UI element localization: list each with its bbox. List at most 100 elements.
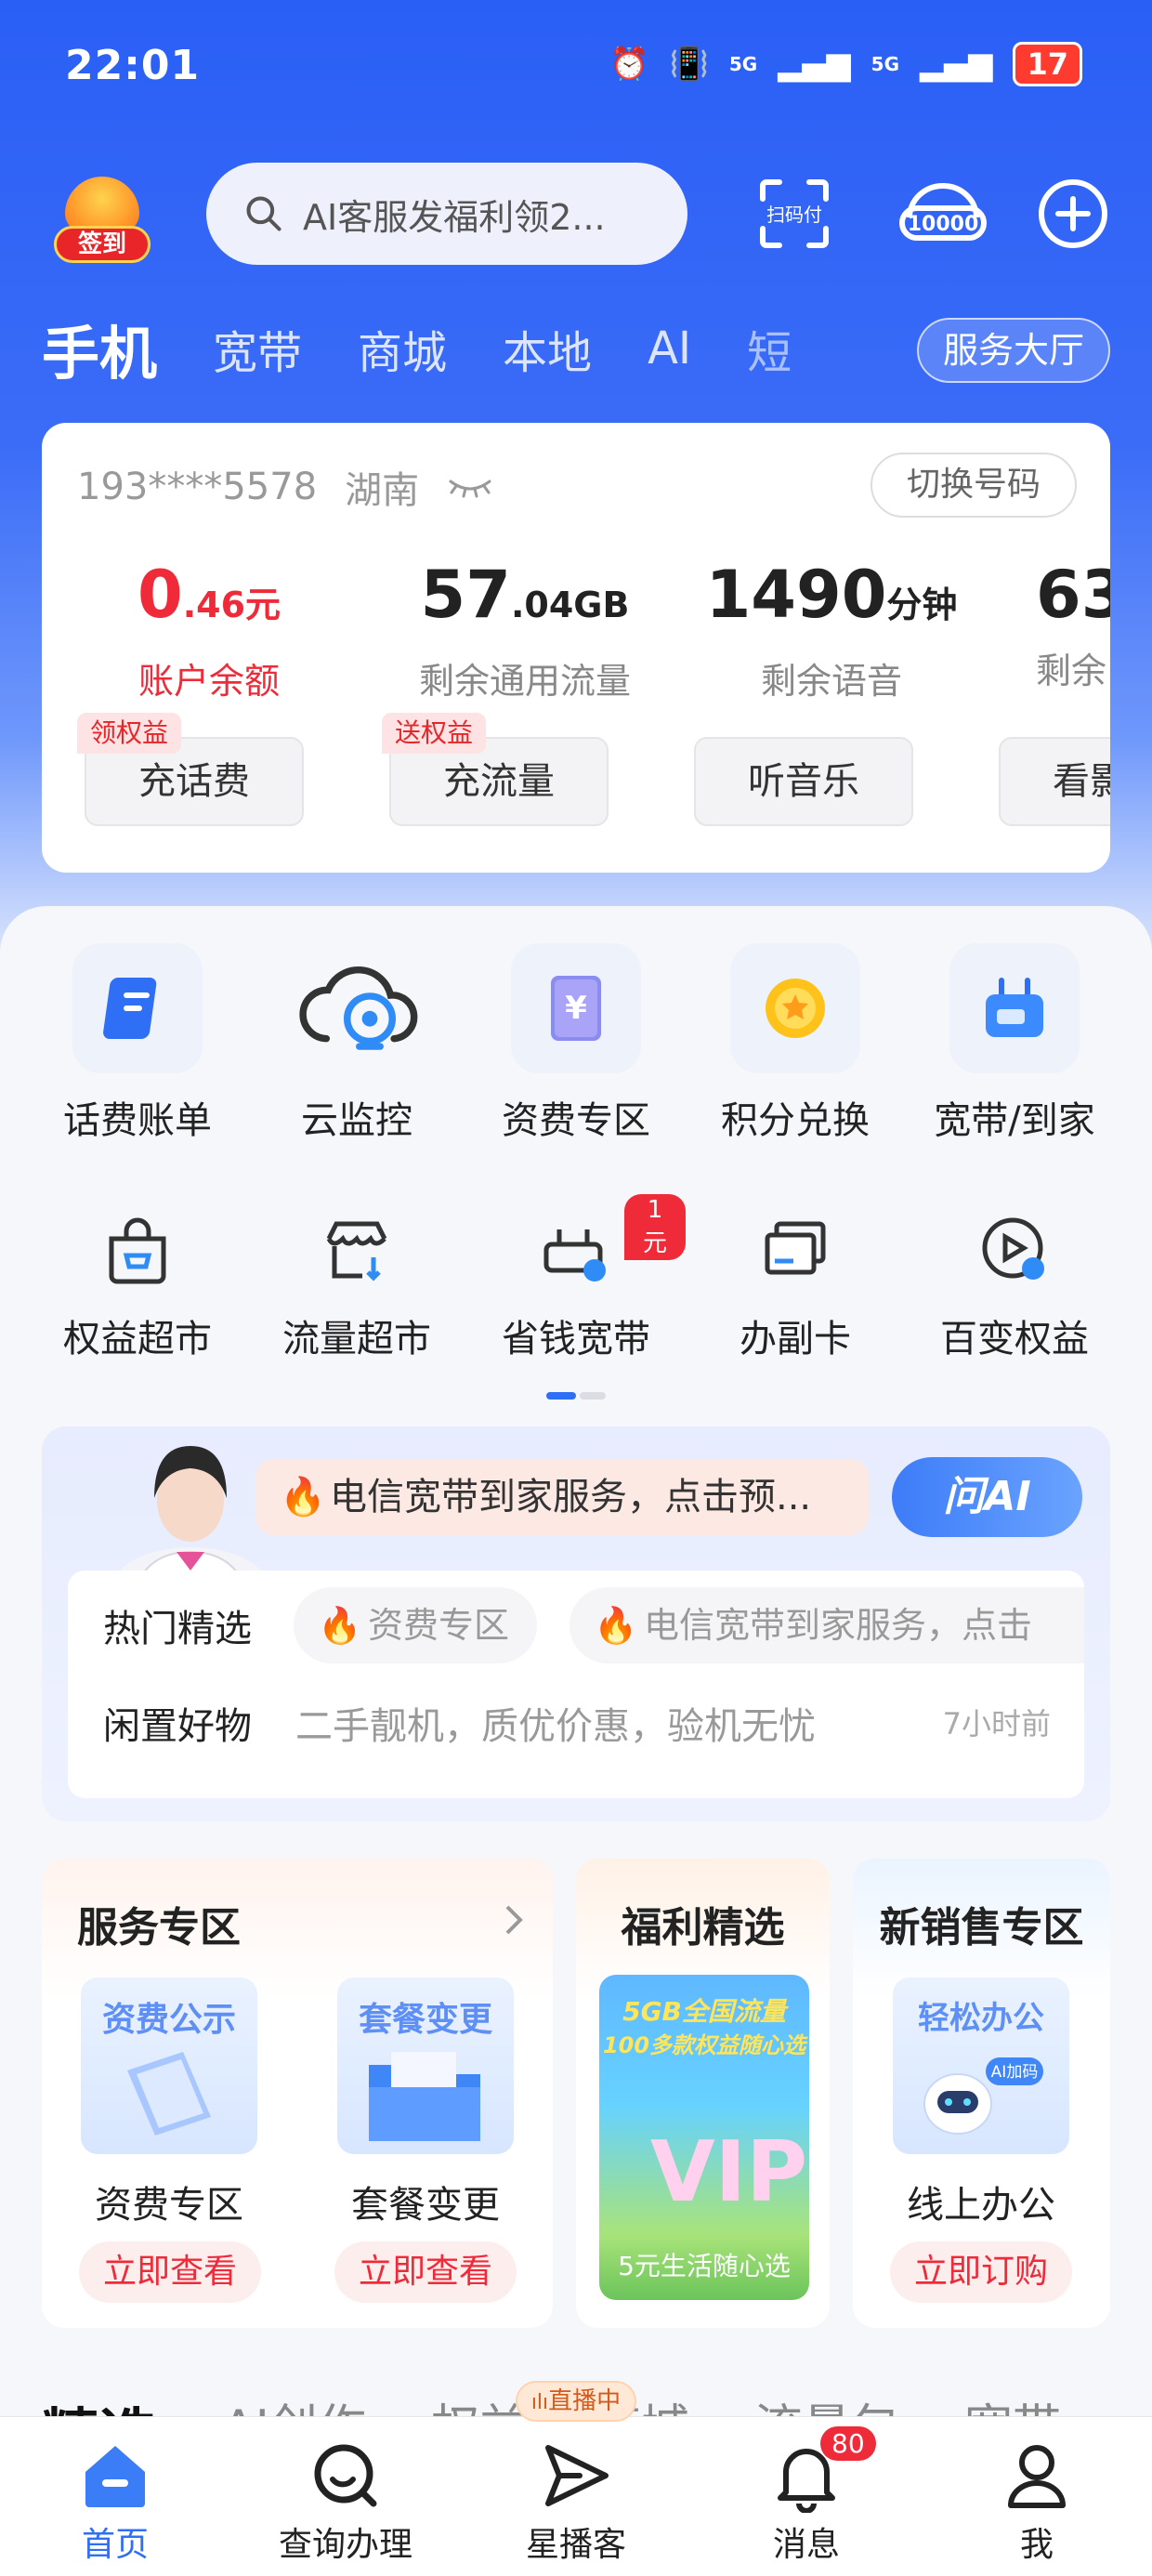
tariff-notice-image: 资费公示 bbox=[81, 1978, 257, 2154]
hotline-button[interactable]: 10000 bbox=[897, 177, 989, 251]
idle-goods-text[interactable]: 二手靓机，质优价惠，验机无忧 bbox=[295, 1696, 816, 1750]
fire-icon: 🔥 bbox=[318, 1605, 362, 1646]
vip-graphic: VIP bbox=[650, 2123, 808, 2221]
nav-profile[interactable]: 我 bbox=[944, 2434, 1130, 2566]
tab-short[interactable]: 短 bbox=[747, 316, 792, 381]
eye-closed-icon[interactable] bbox=[447, 476, 493, 498]
view-now-button[interactable]: 立即查看 bbox=[334, 2241, 517, 2303]
send-arrow-icon bbox=[545, 2445, 609, 2506]
message-count-badge: 80 bbox=[820, 2426, 876, 2461]
grid-item-flex-benefit[interactable]: 百变权益 bbox=[905, 1208, 1124, 1362]
grid-item-secondary-card[interactable]: 办副卡 bbox=[686, 1208, 905, 1362]
grid-label: 积分兑换 bbox=[721, 1099, 870, 1142]
nav-label: 消息 bbox=[772, 2526, 840, 2564]
tab-ai[interactable]: AI bbox=[648, 322, 691, 375]
pic-title: 资费公示 bbox=[101, 2001, 236, 2039]
data-stat[interactable]: 57.04GB 剩余通用流量 bbox=[386, 553, 664, 703]
bill-icon bbox=[72, 943, 203, 1073]
vibrate-icon: 📳 bbox=[669, 46, 709, 83]
grid-item-cloud-monitor[interactable]: 云监控 bbox=[247, 943, 466, 1144]
svg-text:¥: ¥ bbox=[565, 990, 587, 1027]
router-icon bbox=[949, 943, 1080, 1073]
grid-label: 办副卡 bbox=[740, 1318, 851, 1360]
balance-int: 0 bbox=[137, 557, 183, 633]
price-badge: 1元 bbox=[624, 1194, 686, 1260]
scan-pay-button[interactable]: 扫码付 bbox=[757, 177, 831, 251]
nav-label: 首页 bbox=[81, 2526, 149, 2564]
idle-goods-label: 闲置好物 bbox=[103, 1705, 252, 1748]
signin-button[interactable]: 签到 bbox=[46, 172, 158, 265]
banner-line2: 100多款权益随心选 bbox=[602, 2032, 806, 2058]
tab-broadband[interactable]: 宽带 bbox=[213, 316, 302, 381]
music-button[interactable]: 听音乐 bbox=[694, 737, 913, 826]
hot-chip-broadband[interactable]: 🔥 电信宽带到家服务，点击 bbox=[569, 1587, 1084, 1663]
hot-chip-tariff[interactable]: 🔥 资费专区 bbox=[294, 1587, 537, 1663]
sms-stat[interactable]: 63 剩余 bbox=[999, 553, 1110, 693]
nav-messages[interactable]: 80 消息 bbox=[713, 2426, 899, 2566]
grid-item-broadband-home[interactable]: 宽带/到家 bbox=[905, 943, 1124, 1144]
service-hall-button[interactable]: 服务大厅 bbox=[917, 318, 1110, 383]
status-bar: 22:01 ⏰ 📳 5G ▂▄▆ 5G ▂▄▆ 17 bbox=[0, 0, 1152, 139]
nav-star-podcast[interactable]: 星播客 bbox=[483, 2434, 669, 2566]
points-coin-icon bbox=[730, 943, 860, 1073]
chevron-right-icon[interactable] bbox=[503, 1903, 525, 1937]
data-int: 57 bbox=[420, 557, 511, 633]
ask-ai-button[interactable]: 问AI bbox=[892, 1457, 1082, 1537]
ai-suggestion-bubble[interactable]: 🔥 电信宽带到家服务，点击预... bbox=[255, 1459, 869, 1535]
signal-bars-icon: ▂▄▆ bbox=[920, 46, 993, 83]
add-button[interactable] bbox=[1036, 177, 1110, 251]
data-label: 剩余通用流量 bbox=[418, 661, 631, 702]
grid-label: 百变权益 bbox=[940, 1318, 1089, 1360]
tab-mall[interactable]: 商城 bbox=[358, 316, 447, 381]
tab-phone[interactable]: 手机 bbox=[42, 307, 157, 390]
document-icon bbox=[127, 2052, 211, 2136]
balance-dec: .46元 bbox=[182, 585, 281, 625]
search-placeholder: AI客服发福利领2... bbox=[303, 196, 606, 238]
view-now-button[interactable]: 立即查看 bbox=[79, 2241, 261, 2303]
new-sales-card[interactable]: 新销售专区 轻松办公 AI加码 线上办公 立即订购 bbox=[853, 1859, 1110, 2328]
switch-number-button[interactable]: 切换号码 bbox=[871, 453, 1077, 518]
data-dec: .04GB bbox=[510, 585, 630, 625]
grid-item-points[interactable]: 积分兑换 bbox=[686, 943, 905, 1144]
grid-item-benefit-market[interactable]: 权益超市 bbox=[28, 1208, 247, 1362]
search-input[interactable]: AI客服发福利领2... bbox=[206, 163, 687, 265]
nav-label: 我 bbox=[1019, 2526, 1054, 2564]
pic-badge: AI加码 bbox=[991, 2063, 1039, 2082]
balance-stat[interactable]: 0.46元 账户余额 bbox=[98, 553, 321, 703]
item-label: 线上办公 bbox=[907, 2184, 1055, 2227]
welfare-card[interactable]: 福利精选 5GB全国流量 100多款权益随心选 VIP 5元生活随心选 bbox=[576, 1859, 830, 2328]
live-badge: ılı直播中 bbox=[516, 2381, 636, 2422]
hot-picks-box: 热门精选 🔥 资费专区 🔥 电信宽带到家服务，点击 闲置好物 二手靓机，质优价惠，验… bbox=[68, 1571, 1084, 1798]
router-coin-icon bbox=[511, 1208, 641, 1292]
shopping-bag-icon bbox=[72, 1208, 203, 1292]
grid-item-save-broadband[interactable]: 1元 省钱宽带 bbox=[466, 1194, 686, 1362]
tariff-book-icon: ¥ bbox=[511, 943, 641, 1073]
idle-goods-time: 7小时前 bbox=[942, 1706, 1051, 1741]
grid-item-tariff[interactable]: ¥ 资费专区 bbox=[466, 943, 686, 1144]
order-now-button[interactable]: 立即订购 bbox=[890, 2241, 1072, 2303]
grid-item-bill[interactable]: 话费账单 bbox=[28, 943, 247, 1144]
tab-local[interactable]: 本地 bbox=[503, 316, 592, 381]
video-button[interactable]: 看影 bbox=[999, 737, 1110, 826]
store-icon bbox=[292, 1208, 422, 1292]
page-indicator bbox=[546, 1392, 606, 1400]
play-circle-icon bbox=[949, 1208, 1080, 1292]
search-icon bbox=[246, 196, 281, 231]
banner-line1: 5GB全国流量 bbox=[622, 1996, 786, 2027]
grid-label: 云监控 bbox=[301, 1099, 412, 1142]
robot-icon: AI加码 bbox=[923, 2057, 1043, 2135]
bottom-navigation: 首页 查询办理 星播客 80 消息 我 bbox=[0, 2416, 1152, 2576]
folder-icon bbox=[369, 2052, 480, 2141]
cloud-camera-icon bbox=[292, 943, 422, 1073]
office-image: 轻松办公 AI加码 bbox=[893, 1978, 1069, 2154]
service-zone-card[interactable]: 服务专区 资费公示 资费专区 立即查看 套餐变更 套餐变更 立即查看 bbox=[42, 1859, 553, 2328]
nav-home[interactable]: 首页 bbox=[22, 2434, 208, 2566]
nav-label: 星播客 bbox=[525, 2526, 626, 2564]
grid-label: 省钱宽带 bbox=[502, 1318, 650, 1360]
grid-item-data-market[interactable]: 流量超市 bbox=[247, 1208, 466, 1362]
nav-query[interactable]: 查询办理 bbox=[253, 2434, 439, 2566]
voice-stat[interactable]: 1490分钟 剩余语音 bbox=[692, 553, 971, 703]
account-number-row: 193****5578 湖南 bbox=[77, 460, 493, 514]
balance-label: 账户余额 bbox=[137, 661, 280, 702]
welfare-banner[interactable]: 5GB全国流量 100多款权益随心选 VIP 5元生活随心选 bbox=[599, 1975, 809, 2300]
